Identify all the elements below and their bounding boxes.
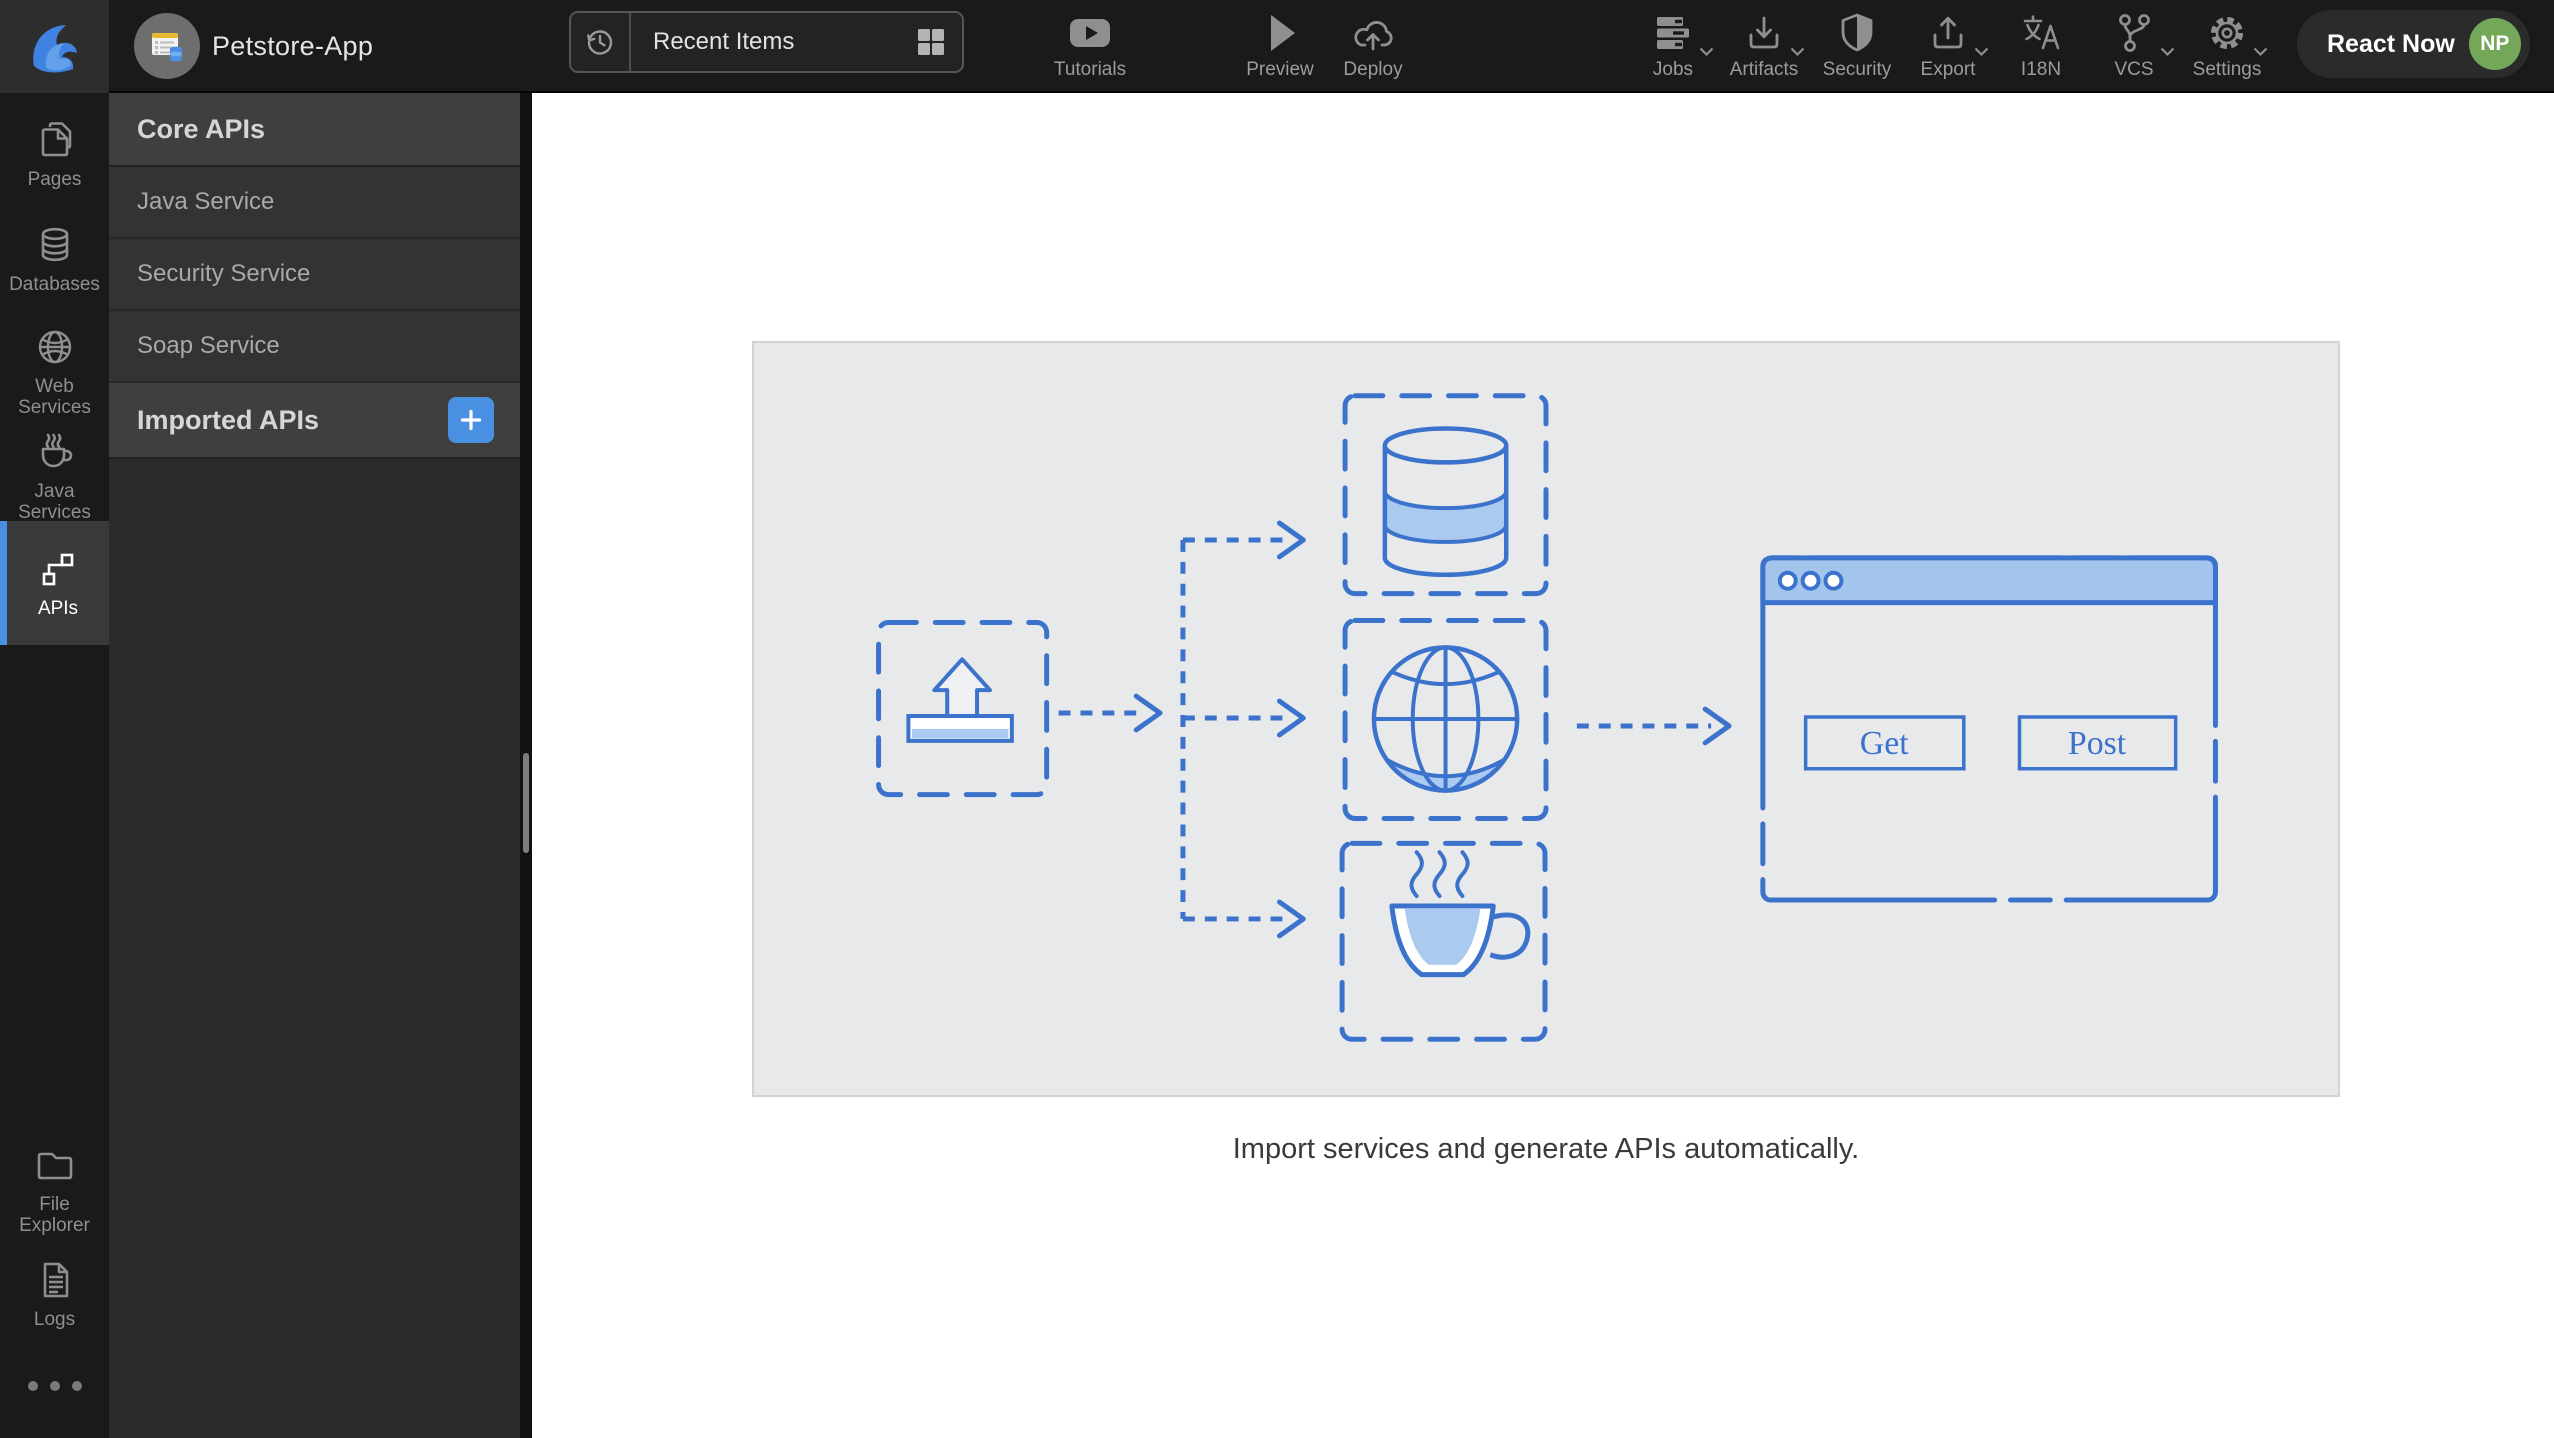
folder-icon — [37, 1152, 72, 1180]
add-imported-api-button[interactable] — [448, 397, 494, 443]
sidebar-item-databases[interactable]: Databases — [0, 223, 109, 295]
project-avatar[interactable] — [134, 13, 200, 79]
wavemaker-logo-icon — [32, 24, 77, 72]
top-bar: Petstore-App Recent Items Tutorials Prev… — [0, 0, 2554, 93]
chevron-down-icon — [2253, 47, 2268, 57]
recent-items-dropdown[interactable]: Recent Items — [569, 11, 964, 73]
get-button-label: Get — [1860, 725, 1909, 762]
brand-logo[interactable] — [0, 0, 109, 93]
sidebar-item-pages[interactable]: Pages — [0, 118, 109, 190]
tutorials-button[interactable]: Tutorials — [1030, 9, 1150, 81]
recent-items-label: Recent Items — [653, 28, 795, 55]
app-window: Petstore-App Recent Items Tutorials Prev… — [0, 0, 2554, 1438]
arrowhead-icon — [1133, 693, 1163, 733]
sidebar-item-logs[interactable]: Logs — [0, 1258, 109, 1330]
react-now-label: React Now — [2327, 29, 2455, 58]
sidebar-item-file-explorer[interactable]: File Explorer — [0, 1143, 109, 1236]
database-box — [1342, 393, 1549, 597]
pages-icon — [41, 122, 71, 157]
dashed-connectors — [1058, 520, 1732, 939]
sidebar-item-apis[interactable]: APIs — [0, 521, 109, 645]
app-title: Petstore-App — [212, 31, 374, 61]
project-icon — [152, 33, 182, 62]
main-content: Get Post Import services and generate AP… — [532, 93, 2554, 1438]
imported-apis-header: Imported APIs — [109, 383, 520, 459]
post-button-label: Post — [2068, 725, 2127, 762]
globe-icon — [38, 330, 71, 364]
more-options-ellipsis[interactable] — [0, 1381, 109, 1391]
panel-scrollbar-track[interactable] — [520, 93, 532, 1438]
sidebar-item-java-services[interactable]: Java Services — [0, 430, 109, 523]
logs-icon — [43, 1262, 68, 1298]
upload-icon — [906, 657, 1014, 743]
diagram-caption: Import services and generate APIs automa… — [1232, 1133, 1860, 1165]
tutorials-icon — [1030, 9, 1150, 57]
list-item-java-service[interactable]: Java Service — [109, 167, 520, 239]
coffee-cup-icon — [1389, 850, 1531, 978]
arrowhead-icon — [1276, 520, 1306, 560]
database-icon — [41, 227, 68, 262]
react-now-button[interactable]: React Now NP — [2297, 10, 2530, 78]
user-avatar[interactable]: NP — [2468, 18, 2521, 70]
cloud-upload-icon — [1313, 9, 1433, 57]
browser-window: Get Post — [1760, 555, 2218, 903]
browser-frame — [1760, 555, 2218, 903]
sidebar-item-web-services[interactable]: Web Services — [0, 325, 109, 418]
database-cylinder-icon — [1382, 426, 1509, 578]
history-icon[interactable] — [571, 13, 631, 71]
import-services-diagram: Get Post — [876, 393, 2218, 1042]
globe-icon — [1371, 645, 1520, 793]
arrowhead-icon — [1276, 899, 1306, 939]
left-nav-rail: Pages Databases Web Services Java Servic… — [0, 93, 109, 1438]
window-control-dots — [1777, 570, 1844, 591]
arrowhead-icon — [1276, 698, 1306, 738]
grid-view-icon[interactable] — [916, 27, 946, 57]
core-apis-header: Core APIs — [109, 93, 520, 167]
panel-scrollbar-thumb[interactable] — [523, 753, 529, 853]
deploy-button[interactable]: Deploy — [1313, 9, 1433, 81]
imported-apis-empty-area — [109, 459, 520, 1438]
coffee-cup-icon — [41, 433, 72, 468]
gear-icon — [2167, 9, 2287, 57]
list-item-soap-service[interactable]: Soap Service — [109, 311, 520, 383]
import-services-illustration-panel: Get Post — [752, 341, 2340, 1097]
list-item-security-service[interactable]: Security Service — [109, 239, 520, 311]
menu-settings[interactable]: Settings — [2167, 9, 2287, 81]
apis-panel: Core APIs Java Service Security Service … — [109, 93, 520, 1438]
plus-icon — [460, 409, 482, 431]
apis-icon — [42, 553, 74, 586]
